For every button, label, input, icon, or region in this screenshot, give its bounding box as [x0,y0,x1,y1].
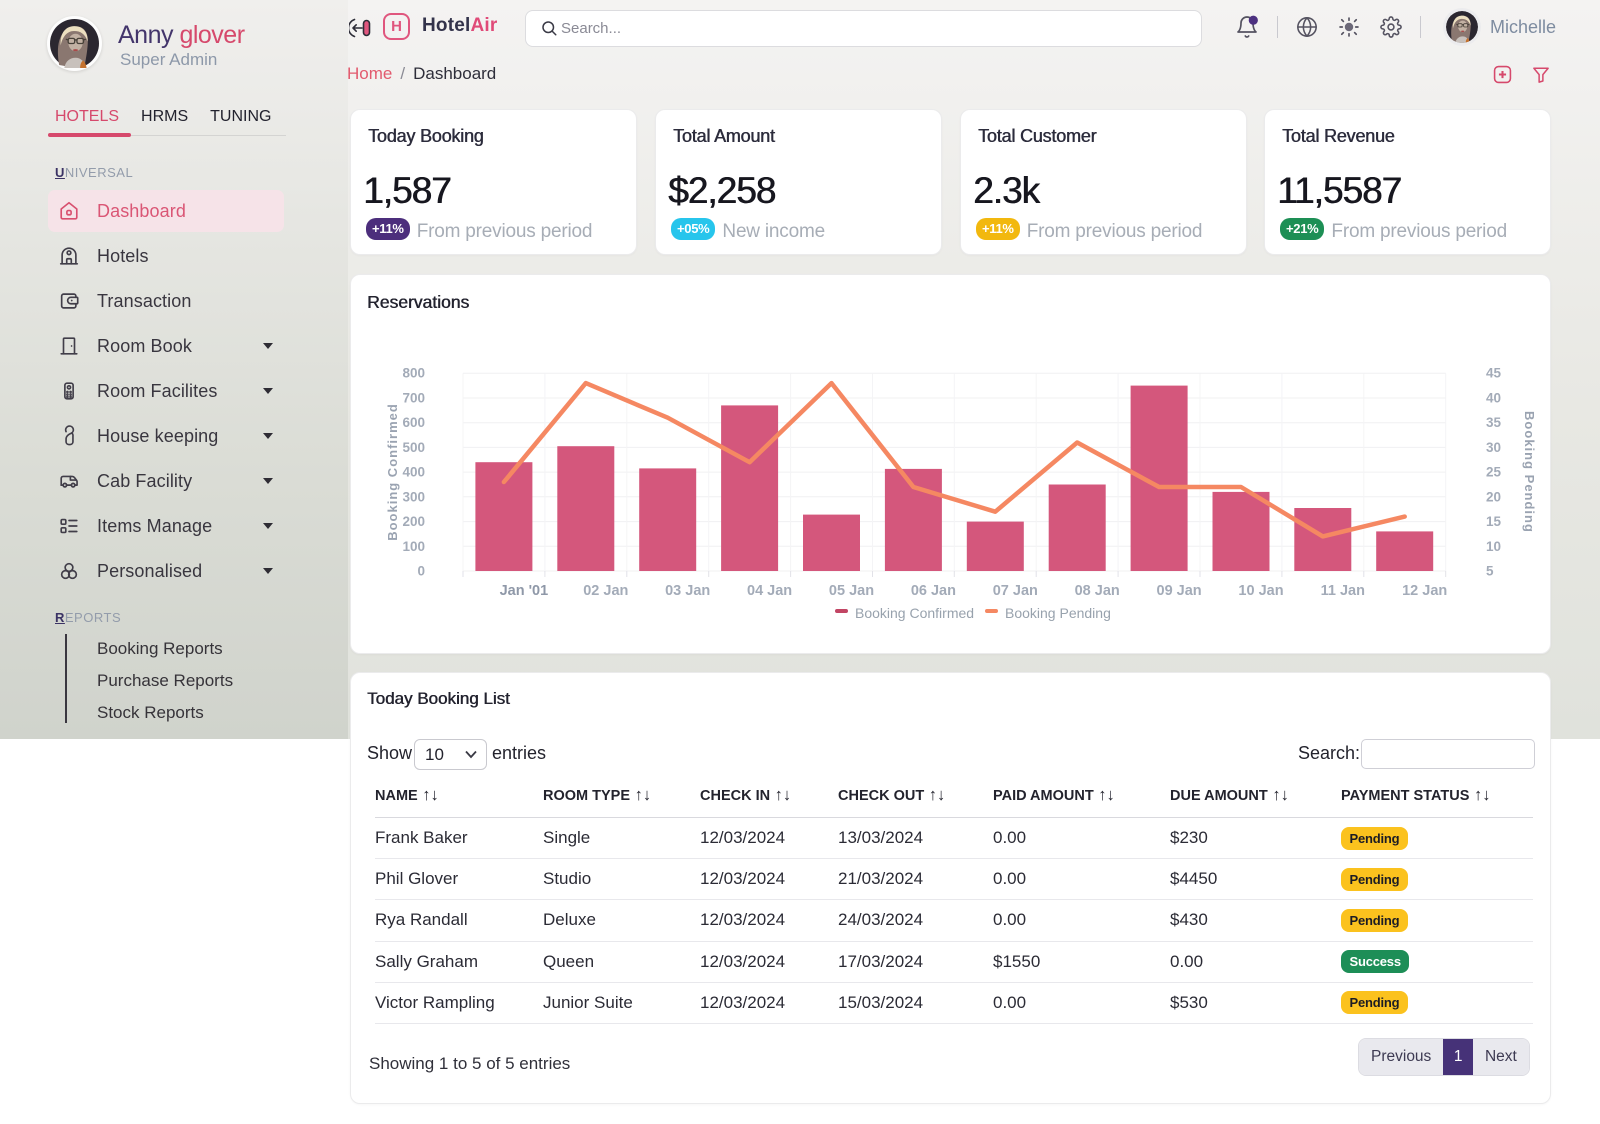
svg-text:06 Jan: 06 Jan [911,583,956,599]
svg-text:0: 0 [417,564,425,579]
svg-text:07 Jan: 07 Jan [993,583,1038,599]
svg-text:Jan '01: Jan '01 [500,583,549,599]
svg-text:100: 100 [402,539,425,554]
svg-text:11 Jan: 11 Jan [1321,583,1365,599]
svg-text:45: 45 [1486,366,1502,381]
svg-text:10 Jan: 10 Jan [1238,583,1283,599]
svg-text:30: 30 [1486,440,1501,455]
svg-text:5: 5 [1486,564,1494,579]
svg-text:Booking Pending: Booking Pending [1522,411,1537,533]
svg-text:25: 25 [1486,465,1502,480]
svg-text:40: 40 [1486,391,1501,406]
svg-text:15: 15 [1486,514,1502,529]
svg-text:04 Jan: 04 Jan [747,583,792,599]
svg-text:Booking Pending: Booking Pending [1005,605,1111,621]
svg-text:10: 10 [1486,539,1501,554]
svg-text:600: 600 [402,415,425,430]
svg-text:09 Jan: 09 Jan [1157,583,1202,599]
svg-text:Booking Confirmed: Booking Confirmed [855,605,974,621]
svg-text:800: 800 [402,366,425,381]
svg-text:35: 35 [1486,415,1502,430]
svg-text:08 Jan: 08 Jan [1075,583,1120,599]
svg-text:500: 500 [402,440,425,455]
svg-text:12 Jan: 12 Jan [1402,583,1447,599]
svg-text:Booking Confirmed: Booking Confirmed [385,403,400,541]
svg-text:300: 300 [402,489,425,504]
svg-text:20: 20 [1486,489,1501,504]
svg-text:02 Jan: 02 Jan [583,583,628,599]
svg-text:200: 200 [402,514,425,529]
svg-text:03 Jan: 03 Jan [665,583,710,599]
svg-text:05 Jan: 05 Jan [829,583,874,599]
svg-text:400: 400 [402,465,425,480]
svg-text:700: 700 [402,391,425,406]
